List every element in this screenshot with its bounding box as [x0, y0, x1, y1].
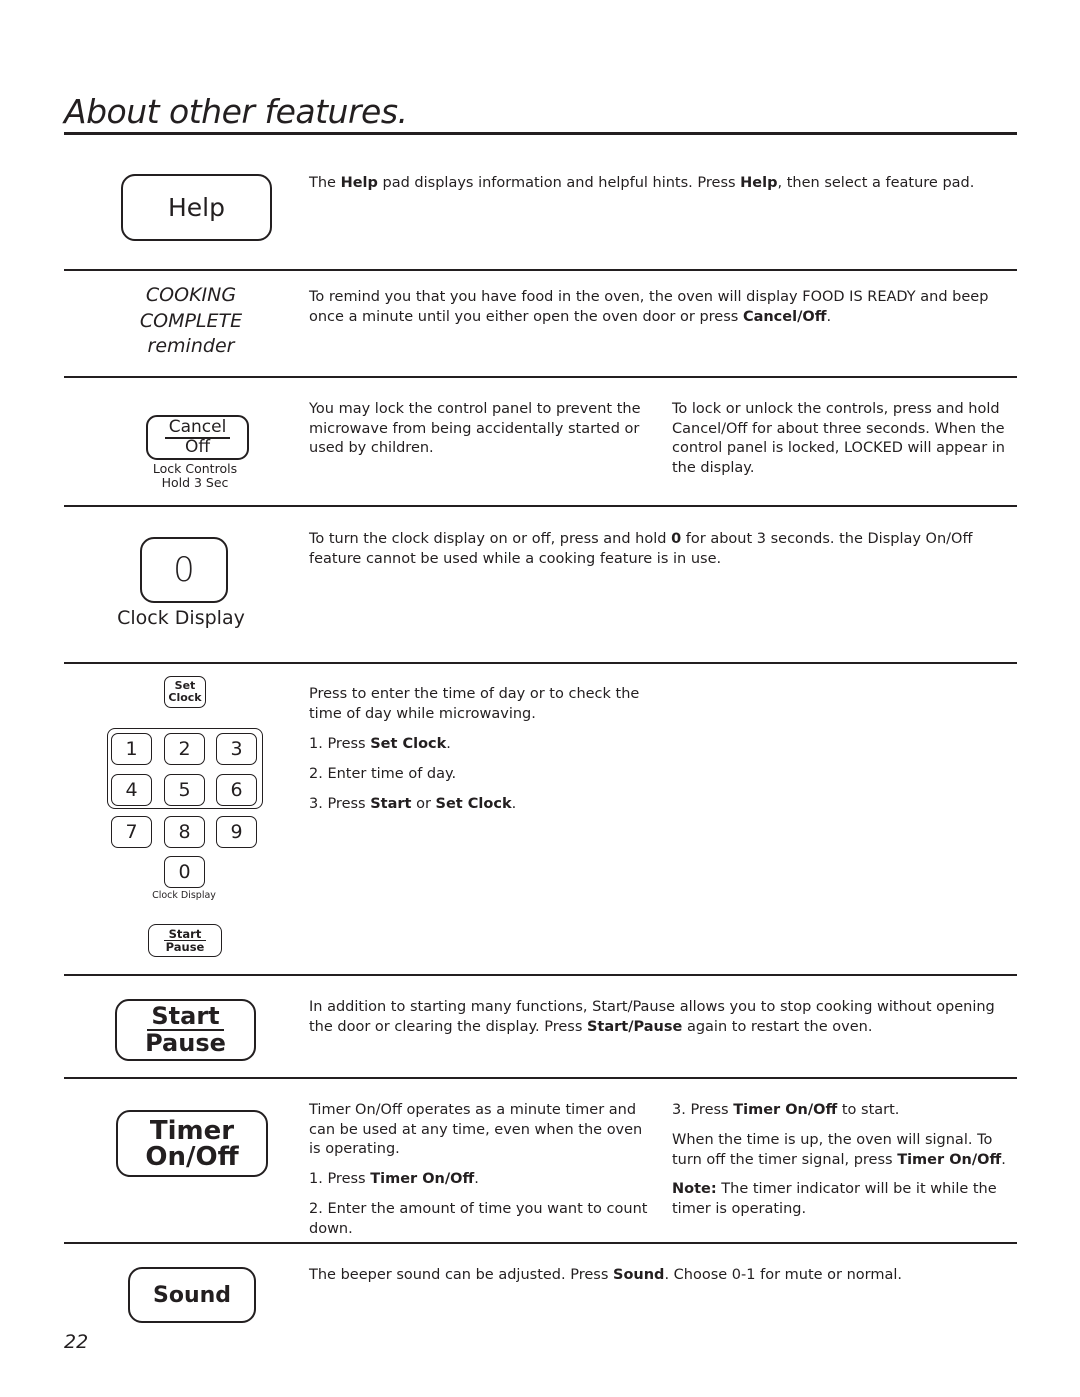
- bold-term: Timer On/Off: [370, 1171, 475, 1187]
- text: To remind you that you have food in the …: [309, 289, 989, 325]
- keypad-key-3: 3: [216, 733, 257, 765]
- bold-term: Timer On/Off: [733, 1102, 838, 1118]
- keypad-key-9: 9: [216, 816, 257, 848]
- page-title: About other features.: [64, 92, 408, 131]
- keypad-key-0: 0: [164, 856, 205, 888]
- clock-display-caption: Clock Display: [117, 607, 245, 629]
- help-description: The Help pad displays information and he…: [309, 174, 1019, 194]
- keypad-key-5: 5: [164, 774, 205, 806]
- timer-intro: Timer On/Off operates as a minute timer …: [309, 1102, 643, 1157]
- text: , then select a feature pad.: [777, 175, 975, 191]
- pad-line: Clock: [168, 691, 202, 704]
- text: or: [411, 796, 436, 812]
- timer-signal-text: When the time is up, the oven will signa…: [672, 1131, 1017, 1170]
- keypad-key-4: 4: [111, 774, 152, 806]
- bold-term: Start: [370, 796, 412, 812]
- label-line: COMPLETE: [139, 309, 243, 332]
- lock-description-right: To lock or unlock the controls, press an…: [672, 401, 1005, 476]
- section-divider: [64, 1242, 1017, 1244]
- section-divider: [64, 974, 1017, 976]
- help-pad: Help: [121, 174, 272, 241]
- text: .: [511, 796, 517, 812]
- text: . Choose 0-1 for mute or normal.: [664, 1267, 903, 1283]
- section-divider: [64, 1077, 1017, 1079]
- text: 3. Press: [309, 796, 371, 812]
- bold-term: Help: [740, 175, 778, 191]
- text: again to restart the oven.: [682, 1018, 873, 1035]
- start-pause-description: In addition to starting many functions, …: [309, 998, 1019, 1037]
- note-label: Note:: [672, 1181, 717, 1197]
- text: .: [1001, 1151, 1006, 1168]
- bold-term: Set Clock: [435, 796, 512, 812]
- keypad-zero-caption: Clock Display: [152, 890, 216, 901]
- bold-term: 0: [671, 531, 682, 547]
- set-clock-step-1: 1. Press Set Clock.: [309, 735, 669, 755]
- pad-line: On/Off: [145, 1141, 239, 1172]
- clock-display-description: To turn the clock display on or off, pre…: [309, 530, 1019, 569]
- section-divider: [64, 269, 1017, 271]
- cooking-complete-label: COOKING COMPLETE reminder: [120, 283, 262, 360]
- zero-pad: 0: [140, 537, 228, 603]
- set-clock-intro: Press to enter the time of day or to che…: [309, 686, 640, 722]
- help-pad-label: Help: [168, 193, 225, 222]
- timer-step-1: 1. Press Timer On/Off.: [309, 1170, 659, 1190]
- label-line: reminder: [147, 335, 235, 357]
- title-divider: [64, 132, 1017, 135]
- bold-term: Timer On/Off: [897, 1151, 1002, 1168]
- keypad-key-2: 2: [164, 733, 205, 765]
- timer-step-2: 2. Enter the amount of time you want to …: [309, 1201, 648, 1237]
- text: .: [826, 308, 832, 325]
- lock-controls-caption: Lock Controls Hold 3 Sec: [134, 462, 256, 490]
- text: The timer indicator will be it while the…: [672, 1181, 997, 1217]
- timer-step-3: 3. Press Timer On/Off to start.: [672, 1101, 1017, 1121]
- text: to start.: [837, 1102, 900, 1118]
- bold-term: Cancel/Off: [742, 308, 827, 325]
- section-divider: [64, 662, 1017, 664]
- keypad-key-8: 8: [164, 816, 205, 848]
- set-clock-step-2: 2. Enter time of day.: [309, 766, 457, 782]
- text: 3. Press: [672, 1102, 734, 1118]
- caption-line: Lock Controls: [152, 461, 238, 476]
- keypad-key-6: 6: [216, 774, 257, 806]
- timer-on-off-pad: Timer On/Off: [116, 1110, 268, 1177]
- start-pause-pad: Start Pause: [115, 999, 256, 1061]
- text: 1. Press: [309, 1171, 371, 1187]
- section-divider: [64, 505, 1017, 507]
- text: .: [446, 736, 451, 752]
- bold-term: Sound: [613, 1267, 665, 1283]
- pad-line: Pause: [145, 1029, 226, 1057]
- lock-description-left: You may lock the control panel to preven…: [309, 401, 641, 456]
- text: pad displays information and helpful hin…: [377, 175, 741, 191]
- sound-pad-label: Sound: [152, 1282, 232, 1308]
- set-clock-pad: Set Clock: [164, 676, 206, 708]
- text: .: [474, 1171, 479, 1187]
- sound-description: The beeper sound can be adjusted. Press …: [309, 1266, 1019, 1286]
- pad-line: Cancel: [164, 418, 231, 439]
- cooking-complete-description: To remind you that you have food in the …: [309, 288, 1019, 327]
- bold-term: Set Clock: [370, 736, 447, 752]
- page-number: 22: [64, 1331, 89, 1353]
- keypad-key-1: 1: [111, 733, 152, 765]
- keypad-key-7: 7: [111, 816, 152, 848]
- bold-term: Help: [340, 175, 378, 191]
- text: 1. Press: [309, 736, 371, 752]
- label-line: COOKING: [145, 284, 237, 306]
- pad-line: Start: [147, 1004, 224, 1031]
- text: The: [309, 175, 341, 191]
- text: The beeper sound can be adjusted. Press: [309, 1267, 613, 1283]
- cancel-off-pad: Cancel Off: [146, 415, 249, 460]
- bold-term: Start/Pause: [586, 1018, 683, 1035]
- text: To turn the clock display on or off, pre…: [309, 531, 672, 547]
- pad-line: Off: [184, 436, 211, 457]
- caption-line: Hold 3 Sec: [161, 475, 229, 490]
- set-clock-step-3: 3. Press Start or Set Clock.: [309, 795, 669, 815]
- pad-line: Pause: [165, 940, 205, 954]
- pad-line: Timer: [149, 1115, 235, 1146]
- timer-note: Note: The timer indicator will be it whi…: [672, 1180, 1017, 1219]
- start-pause-small-pad: Start Pause: [148, 924, 222, 957]
- section-divider: [64, 376, 1017, 378]
- sound-pad: Sound: [128, 1267, 256, 1323]
- zero-pad-label: 0: [173, 550, 195, 590]
